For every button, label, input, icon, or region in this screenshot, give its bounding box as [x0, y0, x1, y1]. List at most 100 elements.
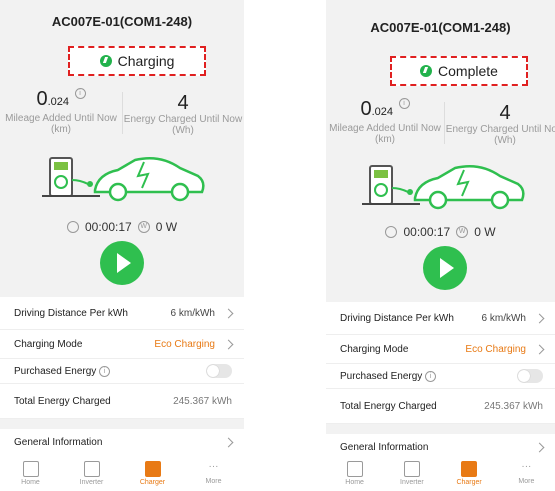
car-wheel-front: [428, 190, 448, 210]
charger-bolt-icon: [54, 175, 68, 189]
tab-label: Home: [21, 478, 40, 486]
mileage-decimal: .024: [47, 96, 69, 108]
energy-label: Energy Charged Until Now (Wh): [445, 124, 555, 146]
total-energy-value: 245.367 kWh: [484, 400, 543, 412]
info-icon[interactable]: i: [74, 88, 86, 99]
charging-car-illustration: [42, 157, 205, 202]
tab-charger[interactable]: Charger: [441, 455, 498, 491]
settings-list: Driving Distance Per kWh 6 km/kWh Chargi…: [0, 297, 244, 456]
tab-label: Charger: [139, 478, 166, 486]
mileage-stat: 0.024 i Mileage Added Until Now (km): [0, 88, 122, 135]
charging-mode-value: Eco Charging: [465, 343, 526, 355]
tab-home[interactable]: Home: [326, 455, 383, 491]
info-icon[interactable]: i: [425, 370, 437, 382]
total-energy-label: Total Energy Charged: [340, 400, 437, 412]
energy-value: 4: [177, 92, 189, 114]
driving-distance-value: 6 km/kWh: [170, 307, 215, 319]
general-info-label: General Information: [14, 436, 103, 448]
car-wheel-rear: [490, 190, 510, 210]
mileage-decimal: .024: [371, 106, 393, 118]
energy-stat: 4 Energy Charged Until Now (Wh): [444, 102, 555, 146]
charger-screen: [54, 162, 68, 170]
mileage-stat: 0.024 i Mileage Added Until Now (km): [326, 98, 444, 145]
inverter-icon: [83, 460, 100, 477]
chevron-right-icon: [534, 313, 545, 323]
device-title: AC007E-01(COM1-248): [370, 20, 511, 35]
power-icon: W: [137, 221, 150, 233]
chevron-right-icon: [223, 308, 234, 318]
power-icon: W: [456, 226, 469, 238]
tab-label: Home: [345, 478, 364, 486]
status-badge: Charging: [68, 46, 206, 76]
general-info-label: General Information: [340, 441, 429, 453]
play-button[interactable]: [423, 246, 467, 290]
charger-screen: [374, 170, 388, 178]
total-energy-row: Total Energy Charged 245.367 kWh: [326, 389, 555, 424]
tab-label: Inverter: [400, 478, 424, 486]
timer-row: 00:00:17 W 0 W: [326, 225, 555, 239]
purchased-energy-row: Purchased Energy i: [326, 364, 555, 389]
charging-mode-row[interactable]: Charging Mode Eco Charging: [326, 335, 555, 364]
home-icon: [346, 460, 363, 477]
bottom-tab-bar: Home Inverter Charger ··· More: [326, 455, 555, 491]
status-label: Complete: [438, 63, 498, 79]
driving-distance-row[interactable]: Driving Distance Per kWh 6 km/kWh: [0, 297, 244, 330]
purchased-energy-row: Purchased Energy i: [0, 359, 244, 384]
purchased-energy-toggle[interactable]: [517, 369, 543, 383]
play-button[interactable]: [100, 241, 144, 285]
purchased-energy-label: Purchased Energy: [340, 370, 423, 382]
general-info-row[interactable]: General Information: [0, 429, 244, 456]
total-energy-label: Total Energy Charged: [14, 395, 111, 407]
chevron-right-icon: [223, 437, 234, 447]
more-icon: ···: [208, 460, 219, 472]
mileage-value: 0: [360, 98, 372, 120]
driving-distance-label: Driving Distance Per kWh: [340, 312, 454, 324]
clock-icon: [385, 226, 398, 238]
timer-value: 00:00:17: [84, 220, 132, 234]
settings-list: Driving Distance Per kWh 6 km/kWh Chargi…: [326, 302, 555, 461]
info-icon[interactable]: i: [398, 98, 410, 109]
purchased-energy-label: Purchased Energy: [14, 365, 97, 377]
driving-distance-row[interactable]: Driving Distance Per kWh 6 km/kWh: [326, 302, 555, 335]
charging-mode-row[interactable]: Charging Mode Eco Charging: [0, 330, 244, 359]
more-icon: ···: [521, 460, 532, 472]
charger-screen-right: AC007E-01(COM1-248) Complete 0.024 i Mil…: [326, 0, 555, 491]
charging-cable: [391, 187, 409, 193]
mileage-label: Mileage Added Until Now (km): [329, 123, 441, 145]
plug-dot: [407, 189, 413, 195]
chevron-right-icon: [534, 442, 545, 452]
tab-inverter[interactable]: Inverter: [383, 455, 440, 491]
tab-home[interactable]: Home: [0, 455, 61, 491]
mileage-value: 0: [36, 88, 48, 110]
tab-label: Inverter: [79, 478, 104, 486]
lightning-icon: [99, 55, 112, 67]
status-badge: Complete: [390, 56, 528, 86]
charger-icon: [144, 460, 161, 477]
charging-car-illustration: [362, 165, 525, 210]
energy-label: Energy Charged Until Now (Wh): [123, 114, 243, 136]
info-icon[interactable]: i: [99, 365, 111, 377]
tab-more[interactable]: ··· More: [498, 455, 555, 491]
tab-more[interactable]: ··· More: [183, 455, 244, 491]
tab-label: More: [205, 477, 222, 485]
charging-mode-label: Charging Mode: [340, 343, 409, 355]
timer-row: 00:00:17 W 0 W: [0, 220, 244, 234]
tab-charger[interactable]: Charger: [122, 455, 183, 491]
bottom-tab-bar: Home Inverter Charger ··· More: [0, 455, 244, 491]
charging-cable: [71, 179, 89, 185]
clock-icon: [66, 221, 79, 233]
purchased-energy-toggle[interactable]: [206, 364, 232, 378]
total-energy-value: 245.367 kWh: [173, 395, 232, 407]
charging-mode-label: Charging Mode: [14, 338, 83, 350]
charger-screen-left: AC007E-01(COM1-248) Charging 0.024 i Mil…: [0, 0, 244, 491]
charging-mode-value: Eco Charging: [154, 338, 215, 350]
total-energy-row: Total Energy Charged 245.367 kWh: [0, 384, 244, 419]
charger-icon: [461, 460, 478, 477]
power-value: 0 W: [474, 225, 496, 239]
mileage-label: Mileage Added Until Now (km): [5, 113, 117, 135]
lightning-icon: [420, 65, 433, 77]
energy-value: 4: [499, 102, 511, 124]
section-gap: [0, 419, 244, 429]
tab-inverter[interactable]: Inverter: [61, 455, 122, 491]
tab-label: Charger: [456, 478, 482, 486]
